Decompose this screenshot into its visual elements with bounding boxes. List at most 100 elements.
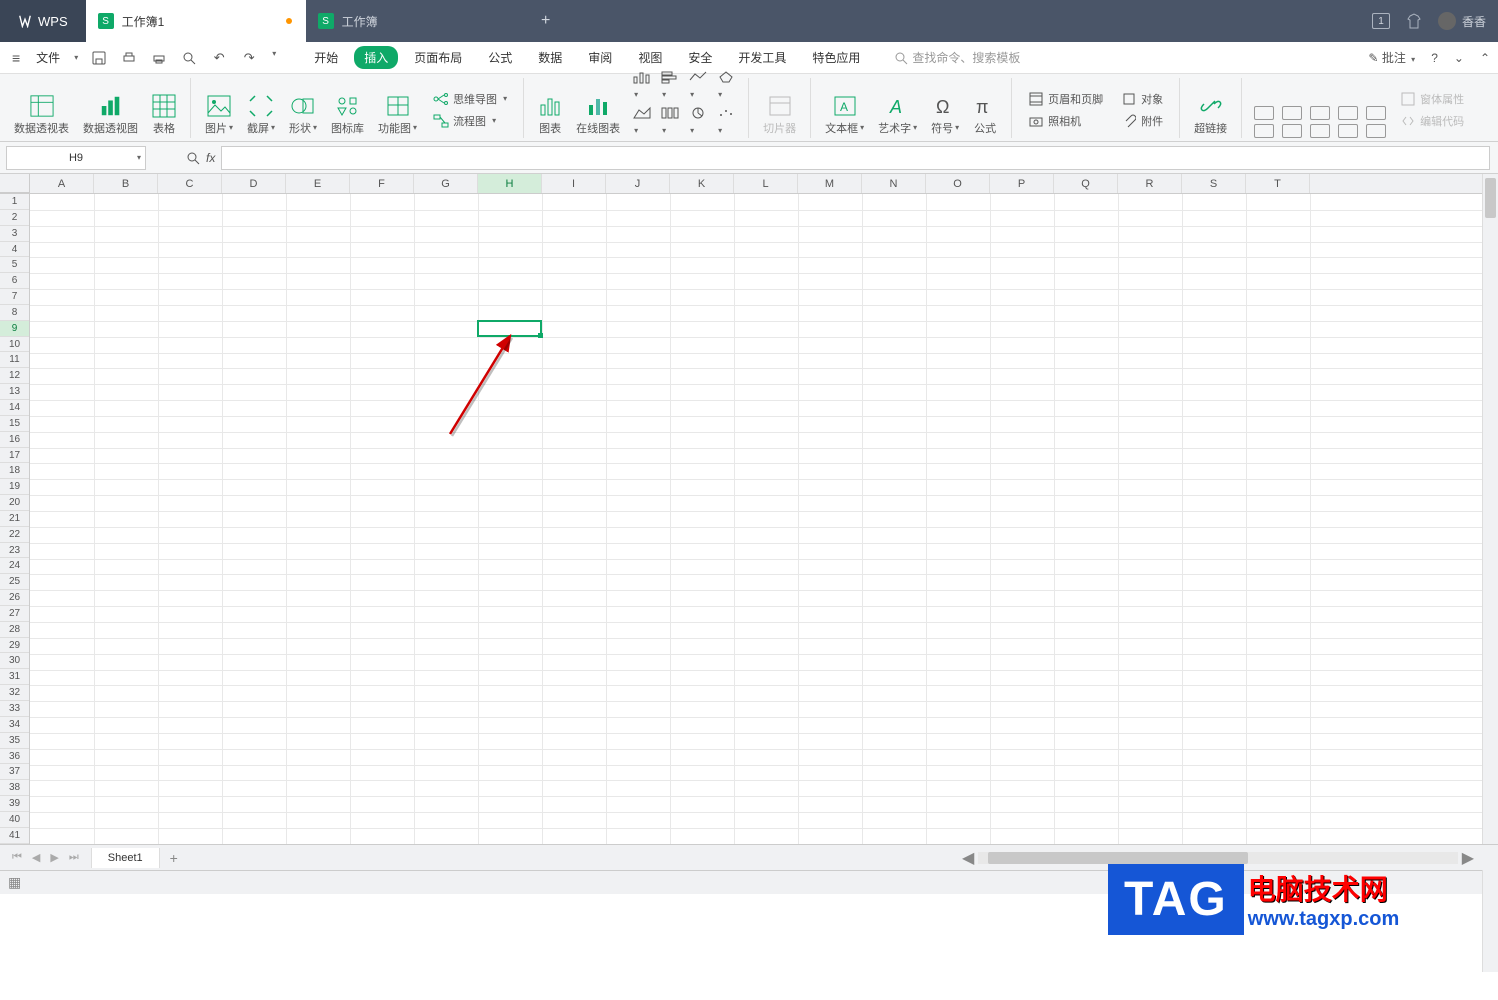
form-control-icon[interactable] [1310, 106, 1330, 120]
hbar-chart-icon[interactable]: ▾ [660, 70, 680, 102]
zoom-icon[interactable] [186, 151, 200, 165]
tab-security[interactable]: 安全 [678, 46, 722, 69]
row-header[interactable]: 7 [0, 289, 29, 305]
column-header[interactable]: N [862, 174, 926, 193]
column-header[interactable]: M [798, 174, 862, 193]
wordart-button[interactable]: A 艺术字▾ [876, 92, 919, 138]
bar-chart-icon[interactable]: ▾ [632, 70, 652, 102]
column-header[interactable]: I [542, 174, 606, 193]
camera-button[interactable]: 照相机 [1024, 111, 1107, 131]
mindmap-button[interactable]: 思维导图▾ [429, 89, 511, 109]
form-control-icon[interactable] [1366, 106, 1386, 120]
chart-button[interactable]: 图表 [536, 92, 564, 138]
equation-button[interactable]: π 公式 [971, 92, 999, 138]
row-header[interactable]: 27 [0, 606, 29, 622]
redo-icon[interactable]: ↷ [240, 49, 258, 67]
document-tab-inactive[interactable]: S 工作簿 [306, 0, 526, 42]
fx-icon[interactable]: fx [206, 151, 215, 165]
hyperlink-button[interactable]: 超链接 [1192, 92, 1229, 138]
column-header[interactable]: O [926, 174, 990, 193]
file-menu[interactable]: 文件 [28, 47, 68, 68]
scatter-chart-icon[interactable]: ▾ [716, 106, 736, 138]
column-header[interactable]: E [286, 174, 350, 193]
skin-icon[interactable] [1406, 13, 1422, 29]
row-header[interactable]: 23 [0, 543, 29, 559]
shape-button[interactable]: 形状▾ [287, 92, 319, 138]
flowchart-button[interactable]: 流程图▾ [429, 111, 511, 131]
sheet-tab[interactable]: Sheet1 [91, 848, 160, 868]
row-header[interactable]: 33 [0, 701, 29, 717]
notification-badge[interactable]: 1 [1372, 13, 1390, 29]
row-header[interactable]: 38 [0, 780, 29, 796]
form-control-icon[interactable] [1338, 124, 1358, 138]
row-header[interactable]: 11 [0, 352, 29, 368]
tab-developer[interactable]: 开发工具 [728, 46, 796, 69]
row-header[interactable]: 2 [0, 210, 29, 226]
row-header[interactable]: 9 [0, 321, 29, 337]
row-header[interactable]: 19 [0, 479, 29, 495]
tab-view[interactable]: 视图 [628, 46, 672, 69]
sheet-next-button[interactable]: ▶ [46, 851, 62, 864]
row-header[interactable]: 5 [0, 257, 29, 273]
row-header[interactable]: 29 [0, 638, 29, 654]
row-header[interactable]: 25 [0, 574, 29, 590]
screenshot-button[interactable]: 截屏▾ [245, 92, 277, 138]
object-button[interactable]: 对象 [1117, 89, 1167, 109]
row-header[interactable]: 8 [0, 305, 29, 321]
row-header[interactable]: 12 [0, 368, 29, 384]
form-control-icon[interactable] [1310, 124, 1330, 138]
column-header[interactable]: J [606, 174, 670, 193]
row-header[interactable]: 17 [0, 448, 29, 464]
textbox-button[interactable]: A 文本框▾ [823, 92, 866, 138]
command-search[interactable]: 查找命令、搜索模板 [894, 49, 1020, 66]
formula-input[interactable] [221, 146, 1490, 170]
radar-chart-icon[interactable]: ▾ [716, 70, 736, 102]
column-chart-icon[interactable]: ▾ [660, 106, 680, 138]
column-header[interactable]: S [1182, 174, 1246, 193]
row-header[interactable]: 30 [0, 653, 29, 669]
pivot-table-button[interactable]: 数据透视表 [12, 92, 71, 138]
document-tab-active[interactable]: S 工作簿1 [86, 0, 306, 42]
icon-library-button[interactable]: 图标库 [329, 92, 366, 138]
column-header[interactable]: F [350, 174, 414, 193]
more-button[interactable]: ⌃ [1480, 51, 1490, 65]
tab-review[interactable]: 审阅 [578, 46, 622, 69]
collapse-ribbon-button[interactable]: ⌄ [1454, 51, 1464, 65]
column-header[interactable]: Q [1054, 174, 1118, 193]
add-sheet-button[interactable]: + [160, 850, 188, 866]
column-header[interactable]: R [1118, 174, 1182, 193]
scroll-left-icon[interactable]: ◀ [958, 848, 978, 868]
row-header[interactable]: 1 [0, 194, 29, 210]
column-header[interactable]: K [670, 174, 734, 193]
tab-data[interactable]: 数据 [528, 46, 572, 69]
area-chart-icon[interactable]: ▾ [632, 106, 652, 138]
name-box[interactable]: H9 ▾ [6, 146, 146, 170]
row-header[interactable]: 31 [0, 669, 29, 685]
row-header[interactable]: 10 [0, 337, 29, 353]
sheet-prev-button[interactable]: ◀ [28, 851, 44, 864]
add-tab-button[interactable]: + [526, 0, 566, 42]
online-chart-button[interactable]: 在线图表 [574, 92, 622, 138]
column-header[interactable]: C [158, 174, 222, 193]
scrollbar-thumb[interactable] [1485, 178, 1496, 218]
line-chart-icon[interactable]: ▾ [688, 70, 708, 102]
cells-grid[interactable] [30, 194, 1498, 844]
column-header[interactable]: L [734, 174, 798, 193]
undo-icon[interactable]: ↶ [210, 49, 228, 67]
tab-start[interactable]: 开始 [304, 46, 348, 69]
row-header[interactable]: 13 [0, 384, 29, 400]
row-header[interactable]: 6 [0, 273, 29, 289]
form-control-icon[interactable] [1254, 106, 1274, 120]
help-button[interactable]: ? [1431, 51, 1438, 65]
row-header[interactable]: 14 [0, 400, 29, 416]
row-header[interactable]: 34 [0, 717, 29, 733]
print-icon[interactable] [150, 49, 168, 67]
select-all-corner[interactable] [0, 174, 30, 193]
save-icon[interactable] [90, 49, 108, 67]
print-preview-icon[interactable] [180, 49, 198, 67]
chevron-down-icon[interactable]: ▾ [272, 49, 276, 67]
row-header[interactable]: 18 [0, 463, 29, 479]
function-chart-button[interactable]: 功能图▾ [376, 92, 419, 138]
form-control-icon[interactable] [1282, 124, 1302, 138]
attachment-button[interactable]: 附件 [1117, 111, 1167, 131]
